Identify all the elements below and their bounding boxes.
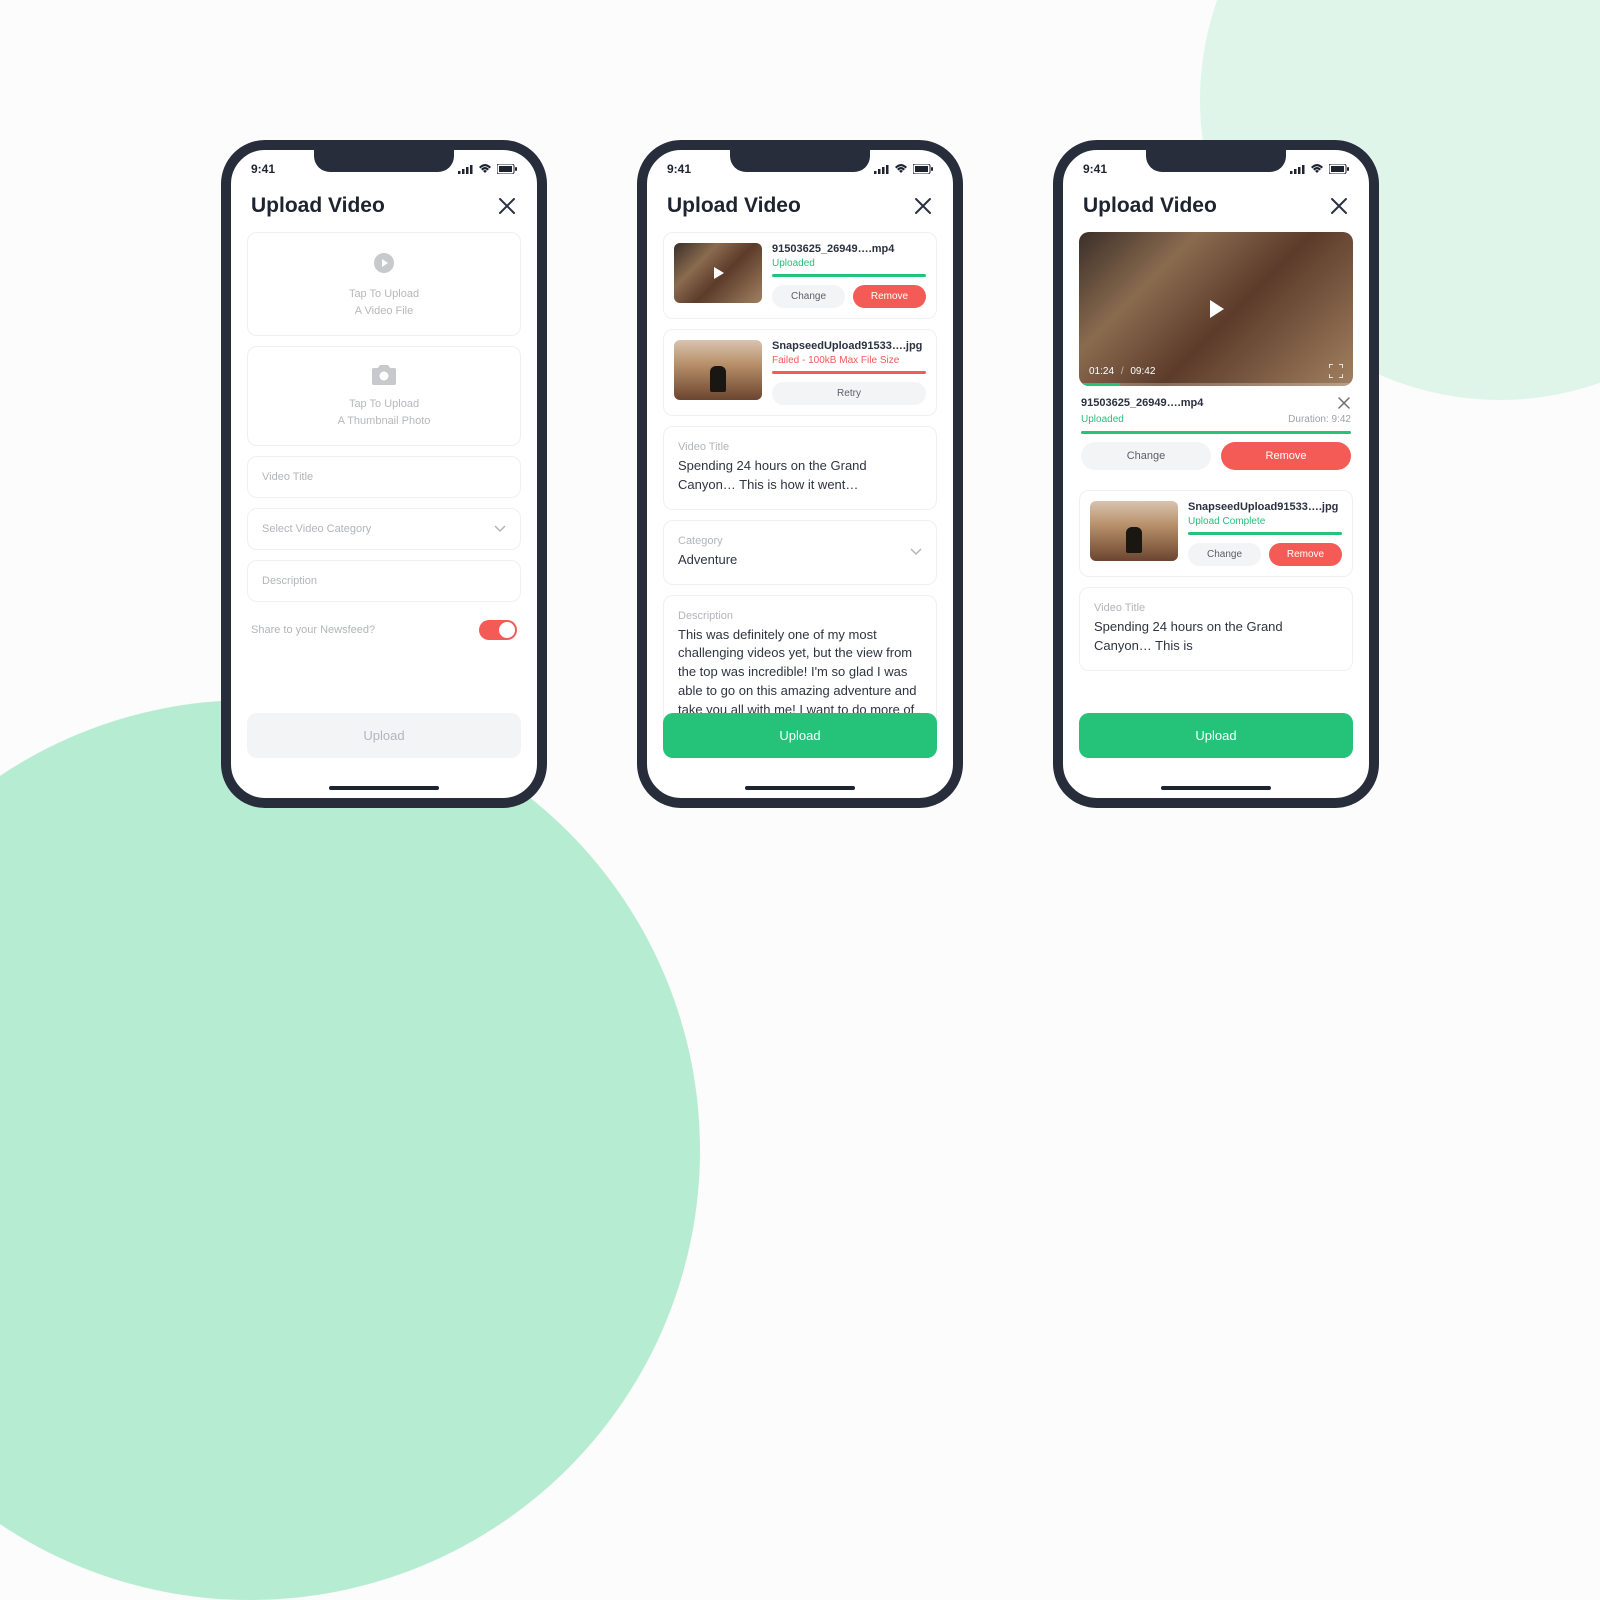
remove-button[interactable]: Remove xyxy=(1221,442,1351,470)
screen-header: Upload Video xyxy=(1063,176,1369,232)
home-indicator xyxy=(1161,786,1271,790)
wifi-icon xyxy=(894,164,908,174)
progress-bar xyxy=(1188,532,1342,535)
video-title-field[interactable]: Video Title Spending 24 hours on the Gra… xyxy=(1079,587,1353,671)
video-duration: Duration: 9:42 xyxy=(1288,414,1351,425)
remove-video-icon[interactable] xyxy=(1337,396,1351,410)
upload-video-zone[interactable]: Tap To Upload A Video File xyxy=(247,232,521,336)
category-select[interactable]: Select Video Category xyxy=(247,508,521,550)
battery-icon xyxy=(913,164,933,174)
status-icons xyxy=(458,164,517,174)
video-title-value: Spending 24 hours on the Grand Canyon… T… xyxy=(1094,618,1338,656)
status-icons xyxy=(1290,164,1349,174)
play-icon xyxy=(710,265,726,281)
upload-button[interactable]: Upload xyxy=(247,713,521,758)
thumbnail-upload-card: SnapseedUpload91533….jpg Failed - 100kB … xyxy=(663,329,937,416)
upload-thumbnail-text: Tap To Upload A Thumbnail Photo xyxy=(262,396,506,429)
status-time: 9:41 xyxy=(667,162,691,176)
progress-bar[interactable] xyxy=(1079,383,1353,386)
upload-thumbnail-zone[interactable]: Tap To Upload A Thumbnail Photo xyxy=(247,346,521,446)
progress-bar xyxy=(772,274,926,277)
video-title-field[interactable]: Video Title Spending 24 hours on the Gra… xyxy=(663,426,937,510)
share-label: Share to your Newsfeed? xyxy=(251,624,375,636)
screen-3: 9:41 Upload Video 01:24 / 09:42 xyxy=(1053,140,1379,808)
remove-button[interactable]: Remove xyxy=(853,285,926,308)
chevron-down-icon xyxy=(494,525,506,533)
signal-icon xyxy=(874,164,889,174)
thumbnail-filename: SnapseedUpload91533….jpg xyxy=(772,340,926,352)
time-current: 01:24 xyxy=(1089,366,1114,377)
share-toggle[interactable] xyxy=(479,620,517,640)
play-icon[interactable] xyxy=(1205,298,1227,320)
player-controls: 01:24 / 09:42 xyxy=(1089,364,1343,378)
time-total: 09:42 xyxy=(1130,366,1155,377)
video-player[interactable]: 01:24 / 09:42 xyxy=(1079,232,1353,386)
signal-icon xyxy=(1290,164,1305,174)
status-bar: 9:41 xyxy=(647,150,953,176)
video-title-value: Spending 24 hours on the Grand Canyon… T… xyxy=(678,457,922,495)
fullscreen-icon[interactable] xyxy=(1329,364,1343,378)
battery-icon xyxy=(1329,164,1349,174)
screen-1: 9:41 Upload Video Tap To Upload A Video … xyxy=(221,140,547,808)
thumbnail-upload-status: Failed - 100kB Max File Size xyxy=(772,355,926,366)
video-status: Uploaded xyxy=(1081,414,1124,425)
page-title: Upload Video xyxy=(251,194,385,218)
status-bar: 9:41 xyxy=(231,150,537,176)
page-title: Upload Video xyxy=(1083,194,1217,218)
wifi-icon xyxy=(478,164,492,174)
close-icon[interactable] xyxy=(913,196,933,216)
category-select[interactable]: Category Adventure xyxy=(663,520,937,585)
screen-2: 9:41 Upload Video 91503625_26949….mp4 Up… xyxy=(637,140,963,808)
video-thumbnail xyxy=(674,243,762,303)
thumbnail-upload-card: SnapseedUpload91533….jpg Upload Complete… xyxy=(1079,490,1353,577)
play-icon xyxy=(262,251,506,280)
thumbnail-image xyxy=(674,340,762,400)
progress-bar xyxy=(772,371,926,374)
camera-icon xyxy=(262,365,506,390)
chevron-down-icon xyxy=(910,548,922,556)
status-bar: 9:41 xyxy=(1063,150,1369,176)
video-upload-status: Uploaded xyxy=(772,258,926,269)
video-upload-card: 91503625_26949….mp4 Uploaded Change Remo… xyxy=(663,232,937,319)
thumbnail-image xyxy=(1090,501,1178,561)
remove-button[interactable]: Remove xyxy=(1269,543,1342,566)
upload-button[interactable]: Upload xyxy=(1079,713,1353,758)
background-blob-bottom xyxy=(0,700,700,1600)
description-field[interactable]: Description xyxy=(247,560,521,602)
video-filename: 91503625_26949….mp4 xyxy=(1081,397,1203,409)
change-button[interactable]: Change xyxy=(1188,543,1261,566)
thumbnail-status: Upload Complete xyxy=(1188,516,1342,527)
video-meta: 91503625_26949….mp4 Uploaded Duration: 9… xyxy=(1079,396,1353,490)
wifi-icon xyxy=(1310,164,1324,174)
change-button[interactable]: Change xyxy=(772,285,845,308)
signal-icon xyxy=(458,164,473,174)
home-indicator xyxy=(329,786,439,790)
progress-bar xyxy=(1081,431,1351,434)
retry-button[interactable]: Retry xyxy=(772,382,926,405)
home-indicator xyxy=(745,786,855,790)
status-time: 9:41 xyxy=(251,162,275,176)
close-icon[interactable] xyxy=(1329,196,1349,216)
screen-header: Upload Video xyxy=(231,176,537,232)
change-button[interactable]: Change xyxy=(1081,442,1211,470)
category-value: Adventure xyxy=(678,551,737,570)
video-title-field[interactable]: Video Title xyxy=(247,456,521,498)
thumbnail-filename: SnapseedUpload91533….jpg xyxy=(1188,501,1342,513)
upload-button[interactable]: Upload xyxy=(663,713,937,758)
share-toggle-row: Share to your Newsfeed? xyxy=(247,612,521,660)
battery-icon xyxy=(497,164,517,174)
close-icon[interactable] xyxy=(497,196,517,216)
video-filename: 91503625_26949….mp4 xyxy=(772,243,926,255)
status-icons xyxy=(874,164,933,174)
page-title: Upload Video xyxy=(667,194,801,218)
upload-video-text: Tap To Upload A Video File xyxy=(262,286,506,319)
screen-header: Upload Video xyxy=(647,176,953,232)
status-time: 9:41 xyxy=(1083,162,1107,176)
